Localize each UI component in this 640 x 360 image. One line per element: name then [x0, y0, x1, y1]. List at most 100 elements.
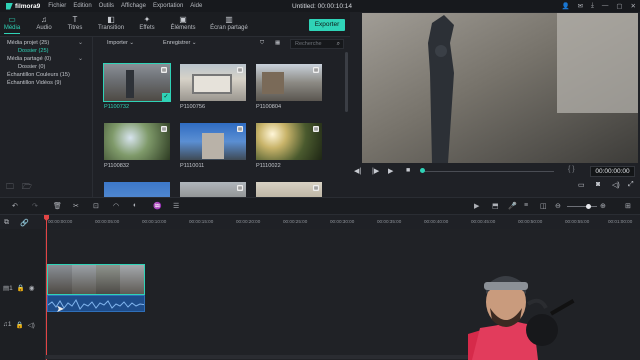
- tree-item-project-media[interactable]: Média projet (25) ⌄: [0, 39, 92, 47]
- maximize-button[interactable]: ▢: [616, 2, 622, 10]
- link-icon[interactable]: 🔗: [20, 219, 29, 227]
- clip-name: P1110022: [256, 163, 281, 169]
- tab-effects[interactable]: ✦ Effets: [127, 15, 167, 31]
- account-icon[interactable]: 👤: [561, 2, 569, 10]
- effects-icon: ✦: [143, 15, 151, 24]
- tree-item-folder-shared[interactable]: Dossier (0): [0, 63, 92, 71]
- fullscreen-icon[interactable]: ⤢: [628, 181, 634, 189]
- menu-exportation[interactable]: Exportation: [153, 3, 183, 9]
- lock-icon[interactable]: 🔒: [16, 321, 24, 329]
- media-clip[interactable]: ▤ P1100756: [180, 64, 246, 110]
- mark-in-out[interactable]: { }: [568, 166, 575, 173]
- media-clip[interactable]: ▤ P1110011: [180, 123, 246, 169]
- seek-handle[interactable]: [420, 168, 425, 173]
- adjust-icon[interactable]: ☰: [173, 202, 179, 210]
- microphone-icon[interactable]: 🎤: [508, 202, 517, 210]
- tab-elements[interactable]: ▣ Éléments: [163, 15, 203, 31]
- chevron-down-icon[interactable]: ⌄: [78, 39, 83, 47]
- ruler-tick: 00:00:40:00: [424, 219, 449, 224]
- ruler-tick: 00:00:55:00: [565, 219, 590, 224]
- snapshot-icon[interactable]: ◙: [596, 181, 600, 188]
- export-button[interactable]: Exporter: [309, 19, 345, 31]
- clip-frame: [72, 265, 96, 294]
- timeline-video-clip[interactable]: [47, 264, 145, 295]
- ruler-tick: 00:00:20:00: [236, 219, 261, 224]
- playhead[interactable]: [46, 215, 47, 360]
- speed-icon[interactable]: ◠: [113, 202, 119, 210]
- media-clip[interactable]: [104, 182, 170, 197]
- fit-icon[interactable]: ⊞: [625, 202, 631, 210]
- tab-split-screen[interactable]: ▥ Écran partagé: [207, 15, 251, 31]
- clip-thumbnail: ▤: [256, 123, 322, 160]
- video-track-header: ▤1 🔒 ◉: [3, 284, 35, 292]
- undo-icon[interactable]: ↶: [12, 202, 18, 210]
- thumb-monument: [202, 133, 224, 159]
- menu-aide[interactable]: Aide: [190, 3, 202, 9]
- preview-viewer[interactable]: [362, 13, 638, 163]
- media-clip[interactable]: ▤: [180, 182, 246, 197]
- close-button[interactable]: ✕: [631, 2, 636, 10]
- zoom-out-icon[interactable]: ⊖: [555, 202, 561, 210]
- record-dropdown[interactable]: Enregistrer ⌄: [163, 40, 197, 46]
- zoom-slider-handle[interactable]: [586, 204, 591, 209]
- menu-edition[interactable]: Edition: [73, 3, 91, 9]
- search-input[interactable]: Recherche ⌕: [290, 39, 344, 49]
- chevron-down-icon[interactable]: ⌄: [78, 55, 83, 63]
- clip-type-icon: ▤: [237, 185, 243, 191]
- delete-icon[interactable]: 🗑: [53, 202, 62, 210]
- zoom-slider[interactable]: [567, 206, 597, 207]
- video-track-icon: ▤1: [3, 285, 13, 292]
- previous-frame-icon[interactable]: ◀|: [354, 167, 361, 175]
- volume-icon[interactable]: ◁): [612, 181, 620, 189]
- tab-titles[interactable]: T Titres: [55, 15, 95, 31]
- tree-item-sample-colors[interactable]: Échantillon Couleurs (15): [0, 71, 92, 79]
- seek-bar[interactable]: [422, 171, 554, 172]
- audio-mixer-icon[interactable]: ♒: [153, 202, 162, 210]
- cut-icon[interactable]: ✂: [73, 202, 79, 210]
- new-folder-icon[interactable]: 🗀: [6, 181, 14, 195]
- grid-view-icon[interactable]: ▦: [275, 40, 280, 46]
- ruler-tick: 00:00:25:00: [283, 219, 308, 224]
- mail-icon[interactable]: ✉: [578, 2, 583, 10]
- split-screen-icon: ▥: [225, 15, 233, 24]
- media-clip[interactable]: ▤ ✓ P1100732: [103, 63, 171, 110]
- marker-icon[interactable]: ⬒: [492, 202, 499, 210]
- mouse-cursor-icon: ➤: [56, 304, 65, 315]
- play-icon[interactable]: ▶: [388, 167, 393, 175]
- menu-outils[interactable]: Outils: [99, 3, 114, 9]
- ruler-tick: 00:00:15:00: [189, 219, 214, 224]
- speaker-icon[interactable]: ◁): [28, 321, 35, 329]
- media-scrollbar[interactable]: [345, 52, 348, 112]
- tree-item-sample-videos[interactable]: Échantillon Vidéos (9): [0, 79, 92, 87]
- tree-item-shared-media[interactable]: Média partagé (0) ⌄: [0, 55, 92, 63]
- render-icon[interactable]: ▶: [474, 202, 479, 210]
- display-icon[interactable]: ▭: [578, 181, 585, 189]
- voiceover-icon[interactable]: ≡: [524, 202, 528, 209]
- snapshot-icon[interactable]: ◫: [540, 202, 547, 210]
- folder-open-icon[interactable]: 🗁: [22, 181, 32, 195]
- tree-item-folder-project[interactable]: Dossier (25): [0, 47, 92, 55]
- clip-type-icon: ▤: [237, 67, 243, 73]
- timeline-ruler[interactable]: ⧉ 🔗 00:00:00:00 00:00:05:00 00:00:10:00 …: [0, 215, 640, 229]
- add-track-icon[interactable]: ⧉: [4, 219, 9, 227]
- tab-transition[interactable]: ◧ Transition: [91, 15, 131, 31]
- import-dropdown[interactable]: Importer ⌄: [107, 40, 134, 46]
- redo-icon[interactable]: ↷: [32, 202, 38, 210]
- menu-fichier[interactable]: Fichier: [48, 3, 66, 9]
- media-clip[interactable]: ▤ P1110022: [256, 123, 322, 169]
- stop-icon[interactable]: ■: [406, 167, 410, 174]
- media-clip[interactable]: ▤: [256, 182, 322, 197]
- media-clip[interactable]: ▤ P1100832: [104, 123, 170, 169]
- filter-icon[interactable]: ⛉: [260, 40, 264, 47]
- crop-icon[interactable]: ⊡: [93, 202, 99, 210]
- eye-icon[interactable]: ◉: [29, 284, 35, 292]
- minimize-button[interactable]: —: [602, 2, 609, 10]
- zoom-in-icon[interactable]: ⊕: [600, 202, 606, 210]
- play-back-icon[interactable]: |▶: [372, 167, 379, 175]
- menu-affichage[interactable]: Affichage: [121, 3, 146, 9]
- download-icon[interactable]: ⤓: [591, 2, 594, 10]
- lock-icon[interactable]: 🔒: [17, 284, 25, 292]
- color-icon[interactable]: ◐: [133, 202, 137, 209]
- clip-filmstrip: [48, 265, 144, 294]
- media-clip[interactable]: ▤ P1100804: [256, 64, 322, 110]
